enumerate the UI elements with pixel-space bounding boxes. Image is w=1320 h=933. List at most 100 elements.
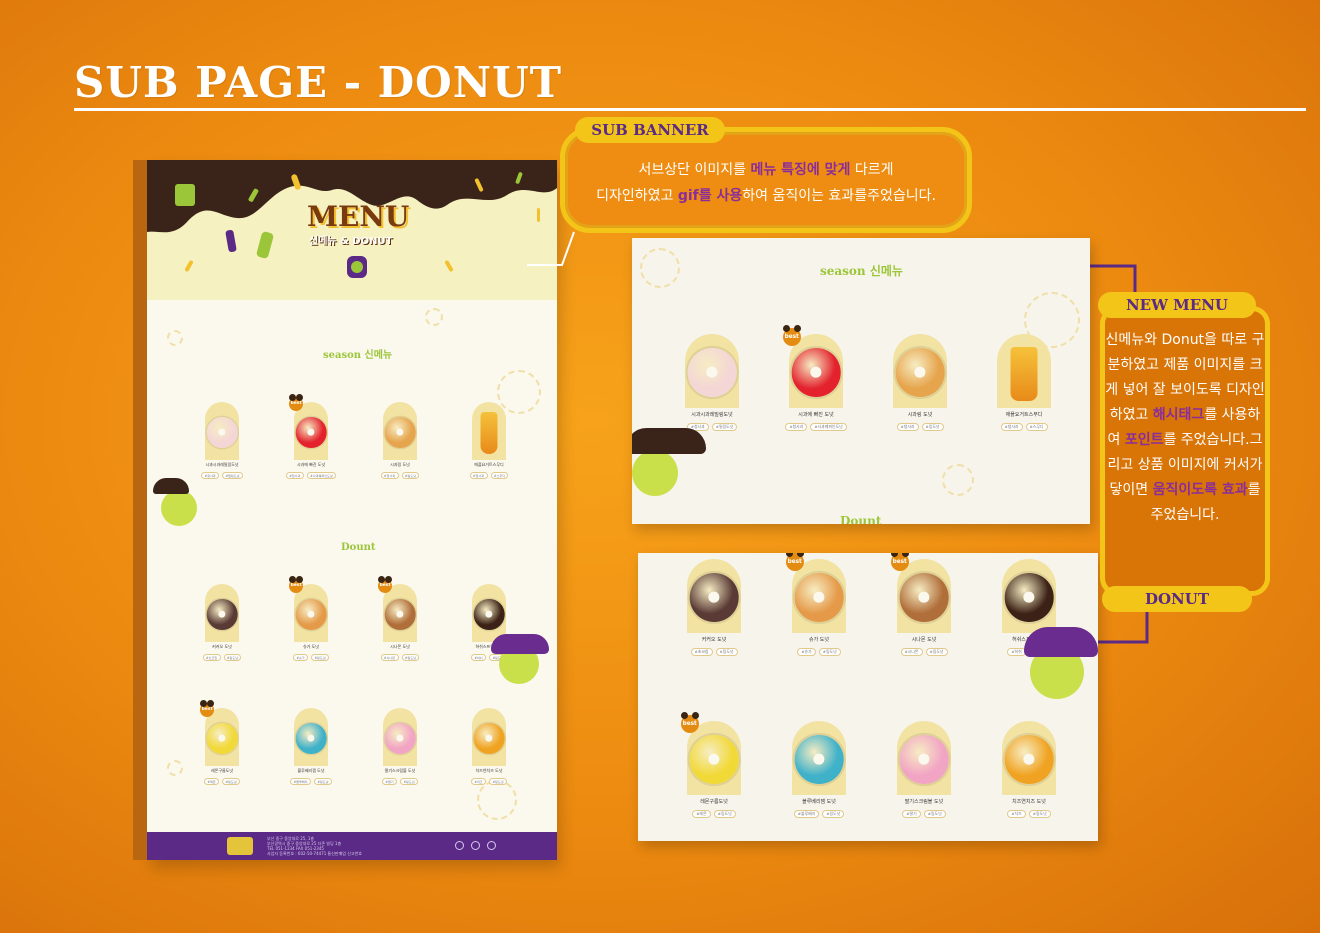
product-image[interactable] (997, 334, 1051, 408)
best-badge: best (680, 711, 699, 733)
text: 서브상단 이미지를 (638, 162, 751, 178)
donut-icon (1004, 572, 1054, 622)
donut-icon (687, 347, 737, 397)
hashtag[interactable]: #사과퀘퍼인도넛 (810, 422, 847, 431)
product-name[interactable]: 시과시과레밀링도넛 (670, 411, 754, 418)
product-card[interactable]: 시과시과레밀링도넛 #청사과 #밀링도넛 (670, 334, 754, 431)
highlight: 메뉴 특징에 맞게 (750, 162, 851, 178)
product-image[interactable] (897, 559, 951, 633)
product-image[interactable] (792, 721, 846, 795)
product-card[interactable]: 커커오 도넛 #초코칩 #링도넛 (672, 559, 756, 656)
hashtag[interactable]: #허쉬 (1007, 647, 1026, 656)
product-card[interactable]: best 레몬구름도넛 #레몬 #링도넛 (672, 711, 756, 818)
product-name[interactable]: 시과에 빠진 도넛 (774, 411, 858, 418)
donut-icon (1004, 734, 1054, 784)
donut-icon (895, 347, 945, 397)
text: 다르게 (850, 162, 894, 178)
product-name[interactable]: 치즈연치즈 도넛 (987, 798, 1071, 805)
hashtag[interactable]: #블루베리 (793, 809, 820, 818)
product-image[interactable] (897, 721, 951, 795)
highlight: 포인트 (1124, 432, 1164, 448)
season-en: season (820, 264, 866, 278)
product-card[interactable]: best 시나몬 도넛 #시나몬 #링도넛 (882, 553, 966, 656)
mascot-character (632, 450, 678, 496)
product-card[interactable]: 딸기스크림볼 도넛 #딸기 #링도넛 (882, 721, 966, 818)
hashtag-list: #청사과 #링도넛 (878, 422, 962, 431)
hashtag[interactable]: #링도넛 (1028, 809, 1051, 818)
product-card[interactable]: 애플요거트스무디 #청사과 #스무디 (982, 334, 1066, 431)
product-name[interactable]: 블루베리잼 도넛 (777, 798, 861, 805)
hashtag-list: #청사과 #사과퀘퍼인도넛 (774, 422, 858, 431)
best-badge: best (890, 553, 909, 571)
hashtag[interactable]: #링도넛 (923, 809, 946, 818)
product-card[interactable]: best 슈가 도넛 #슈가 #링도넛 (777, 553, 861, 656)
hashtag[interactable]: #밀링도넛 (711, 422, 738, 431)
new-menu-description: 신메뉴와 Donut을 따로 구분하였고 제품 이미지를 크게 넣어 잘 보이도… (1104, 328, 1266, 528)
donut-section-title: Dount (840, 514, 882, 524)
sub-banner-description: 서브상단 이미지를 메뉴 특징에 맞게 다르게 디자인하였고 gif를 사용하여… (570, 157, 962, 209)
best-badge: best (785, 553, 804, 571)
donut-icon (791, 347, 841, 397)
product-image[interactable] (1002, 559, 1056, 633)
product-image[interactable] (687, 559, 741, 633)
hashtag-list: #시나몬 #링도넛 (882, 647, 966, 656)
product-image[interactable] (685, 334, 739, 408)
hashtag-list: #슈가 #링도넛 (777, 647, 861, 656)
donut-icon (794, 572, 844, 622)
hashtag[interactable]: #링도넛 (713, 809, 736, 818)
donut-tag: DONUT (1102, 586, 1252, 612)
hashtag[interactable]: #링도넛 (715, 647, 738, 656)
highlight: 움직이도록 효과 (1152, 482, 1248, 498)
donut-zoom-screenshot: 커커오 도넛 #초코칩 #링도넛 best 슈가 도넛 #슈가 #링도넛 best 시나몬 도넛… (638, 553, 1098, 841)
donut-icon (794, 734, 844, 784)
sub-banner-tag: SUB BANNER (575, 117, 725, 143)
donut-icon (689, 734, 739, 784)
product-card[interactable]: 블루베리잼 도넛 #블루베리 #링도넛 (777, 721, 861, 818)
product-name[interactable]: 시나몬 도넛 (882, 636, 966, 643)
text: 하여 움직이는 효과를주었습니다. (742, 188, 936, 204)
product-image[interactable] (792, 559, 846, 633)
donut-icon (689, 572, 739, 622)
product-name[interactable]: 커커오 도넛 (672, 636, 756, 643)
hashtag[interactable]: #시나몬 (900, 647, 923, 656)
hashtag[interactable]: #딸기 (902, 809, 921, 818)
product-card[interactable]: 치즈연치즈 도넛 #치즈 #링도넛 (987, 721, 1071, 818)
product-image[interactable] (1002, 721, 1056, 795)
hashtag[interactable]: #슈가 (797, 647, 816, 656)
hashtag-list: #레몬 #링도넛 (672, 809, 756, 818)
text: 디자인하였고 (596, 188, 678, 204)
hashtag-list: #초코칩 #링도넛 (672, 647, 756, 656)
season-section-title: season 신메뉴 (820, 262, 903, 279)
season-zoom-screenshot: season 신메뉴 시과시과레밀링도넛 #청사과 #밀링도넛 best 시과에 빠진 … (632, 238, 1090, 524)
hashtag[interactable]: #치즈 (1007, 809, 1026, 818)
hashtag-list: #청사과 #스무디 (982, 422, 1066, 431)
product-name[interactable]: 애플요거트스무디 (982, 411, 1066, 418)
product-image[interactable] (893, 334, 947, 408)
product-card[interactable]: best 시과에 빠진 도넛 #청사과 #사과퀘퍼인도넛 (774, 324, 858, 431)
hashtag[interactable]: #링도넛 (921, 422, 944, 431)
hashtag[interactable]: #링도넛 (925, 647, 948, 656)
hashtag[interactable]: #링도넛 (822, 809, 845, 818)
product-image[interactable] (687, 721, 741, 795)
product-name[interactable]: 레몬구름도넛 (672, 798, 756, 805)
new-menu-tag: NEW MENU (1098, 292, 1256, 318)
product-name[interactable]: 슈가 도넛 (777, 636, 861, 643)
highlight: 해시태그 (1152, 407, 1205, 423)
mascot-hair (1024, 627, 1098, 657)
hashtag[interactable]: #레몬 (692, 809, 711, 818)
hashtag[interactable]: #초코칩 (690, 647, 713, 656)
donut-pattern-icon (942, 464, 974, 496)
product-name[interactable]: 시과링 도넛 (878, 411, 962, 418)
hashtag[interactable]: #청사과 (896, 422, 919, 431)
season-kr: 신메뉴 (869, 264, 903, 278)
hashtag[interactable]: #링도넛 (818, 647, 841, 656)
product-card[interactable]: 시과링 도넛 #청사과 #링도넛 (878, 334, 962, 431)
hashtag[interactable]: #스무디 (1025, 422, 1048, 431)
hashtag[interactable]: #청사과 (1000, 422, 1023, 431)
product-image[interactable] (789, 334, 843, 408)
donut-icon (899, 572, 949, 622)
product-name[interactable]: 딸기스크림볼 도넛 (882, 798, 966, 805)
hashtag[interactable]: #청사과 (785, 422, 808, 431)
best-badge: best (782, 324, 801, 346)
highlight: gif를 사용 (677, 188, 743, 204)
